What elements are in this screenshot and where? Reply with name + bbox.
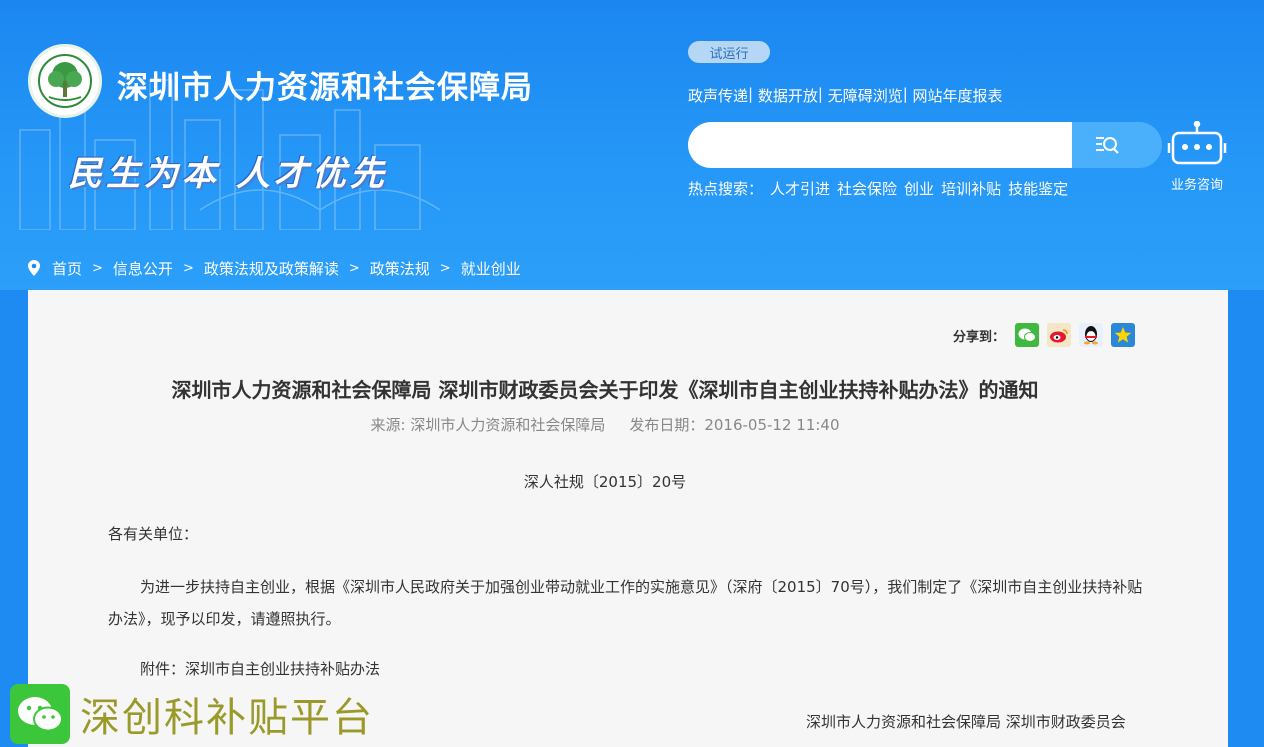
- robot-consult-button[interactable]: [1166, 120, 1228, 172]
- article-greeting: 各有关单位：: [108, 525, 199, 543]
- hot-search-term[interactable]: 技能鉴定: [1008, 178, 1068, 199]
- breadcrumb-employment[interactable]: 就业创业: [461, 258, 521, 279]
- search-input[interactable]: [688, 122, 1072, 168]
- share-bar: 分享到：: [953, 323, 1136, 347]
- robot-label[interactable]: 业务咨询: [1166, 174, 1228, 193]
- hot-search-term[interactable]: 创业: [904, 178, 934, 199]
- weibo-icon[interactable]: [1047, 323, 1072, 347]
- wechat-icon[interactable]: [1015, 323, 1040, 347]
- hot-search-term[interactable]: 培训补贴: [941, 178, 1001, 199]
- article-paragraph: 为进一步扶持自主创业，根据《深圳市人民政府关于加强创业带动就业工作的实施意见》（…: [108, 578, 1143, 628]
- search-icon: [1096, 137, 1119, 154]
- platform-watermark: 深创科补贴平台: [10, 684, 374, 744]
- top-link-news[interactable]: 政声传递: [688, 85, 748, 106]
- breadcrumb: 首页 > 信息公开 > 政策法规及政策解读 > 政策法规 > 就业创业: [28, 258, 521, 278]
- location-pin-icon: [28, 260, 40, 276]
- article-signature: 深圳市人力资源和社会保障局 深圳市财政委员会: [806, 713, 1126, 731]
- hot-search-term[interactable]: 社会保险: [837, 178, 897, 199]
- breadcrumb-home[interactable]: 首页: [52, 258, 82, 279]
- trial-badge: 试运行: [688, 41, 770, 63]
- breadcrumb-policy-interpretation[interactable]: 政策法规及政策解读: [204, 258, 339, 279]
- top-link-open-data[interactable]: 数据开放: [758, 85, 818, 106]
- watermark-text: 深创科补贴平台: [80, 695, 374, 741]
- hot-search-term[interactable]: 人才引进: [770, 178, 830, 199]
- share-label: 分享到：: [953, 329, 1006, 345]
- slogan: 民生为本 人才优先: [68, 154, 388, 194]
- site-title[interactable]: 深圳市人力资源和社会保障局: [117, 62, 533, 107]
- chevron-right-icon: >: [348, 260, 360, 276]
- breadcrumb-info-disclosure[interactable]: 信息公开: [113, 258, 173, 279]
- article-publish-date: 发布日期：2016-05-12 11:40: [629, 416, 840, 434]
- hot-search-label: 热点搜索：: [688, 180, 764, 198]
- chevron-right-icon: >: [439, 260, 451, 276]
- robot-icon: [1167, 121, 1227, 165]
- article-source: 来源: 深圳市人力资源和社会保障局: [370, 416, 606, 434]
- top-link-accessibility[interactable]: 无障碍浏览: [828, 85, 903, 106]
- hot-search: 热点搜索： 人才引进 社会保险 创业 培训补贴 技能鉴定: [688, 178, 1068, 199]
- attachment-link[interactable]: 附件：深圳市自主创业扶持补贴办法: [140, 658, 380, 679]
- top-link-annual-report[interactable]: 网站年度报表: [913, 85, 1003, 106]
- search-button[interactable]: [1072, 122, 1162, 168]
- bureau-emblem-logo[interactable]: [28, 44, 102, 118]
- article-meta: 来源: 深圳市人力资源和社会保障局 发布日期：2016-05-12 11:40: [28, 414, 1182, 435]
- qzone-icon[interactable]: [1111, 323, 1136, 347]
- chevron-right-icon: >: [92, 260, 103, 276]
- article-panel: 分享到： 深圳市人力资源和社会保障局 深圳市财政委员会关于印发《深圳市自主创业扶…: [28, 290, 1228, 747]
- wechat-logo-icon: [10, 684, 70, 744]
- top-links: 政声传递 | 数据开放 | 无障碍浏览 | 网站年度报表: [688, 85, 1003, 106]
- qq-icon[interactable]: [1079, 323, 1104, 347]
- header-banner: 深圳市人力资源和社会保障局 民生为本 人才优先 试运行 政声传递 | 数据开放 | …: [0, 0, 1264, 290]
- article-title: 深圳市人力资源和社会保障局 深圳市财政委员会关于印发《深圳市自主创业扶持补贴办法…: [171, 378, 1039, 402]
- chevron-right-icon: >: [182, 260, 194, 276]
- document-number: 深人社规〔2015〕20号: [523, 473, 687, 491]
- breadcrumb-policy-regulations[interactable]: 政策法规: [370, 258, 430, 279]
